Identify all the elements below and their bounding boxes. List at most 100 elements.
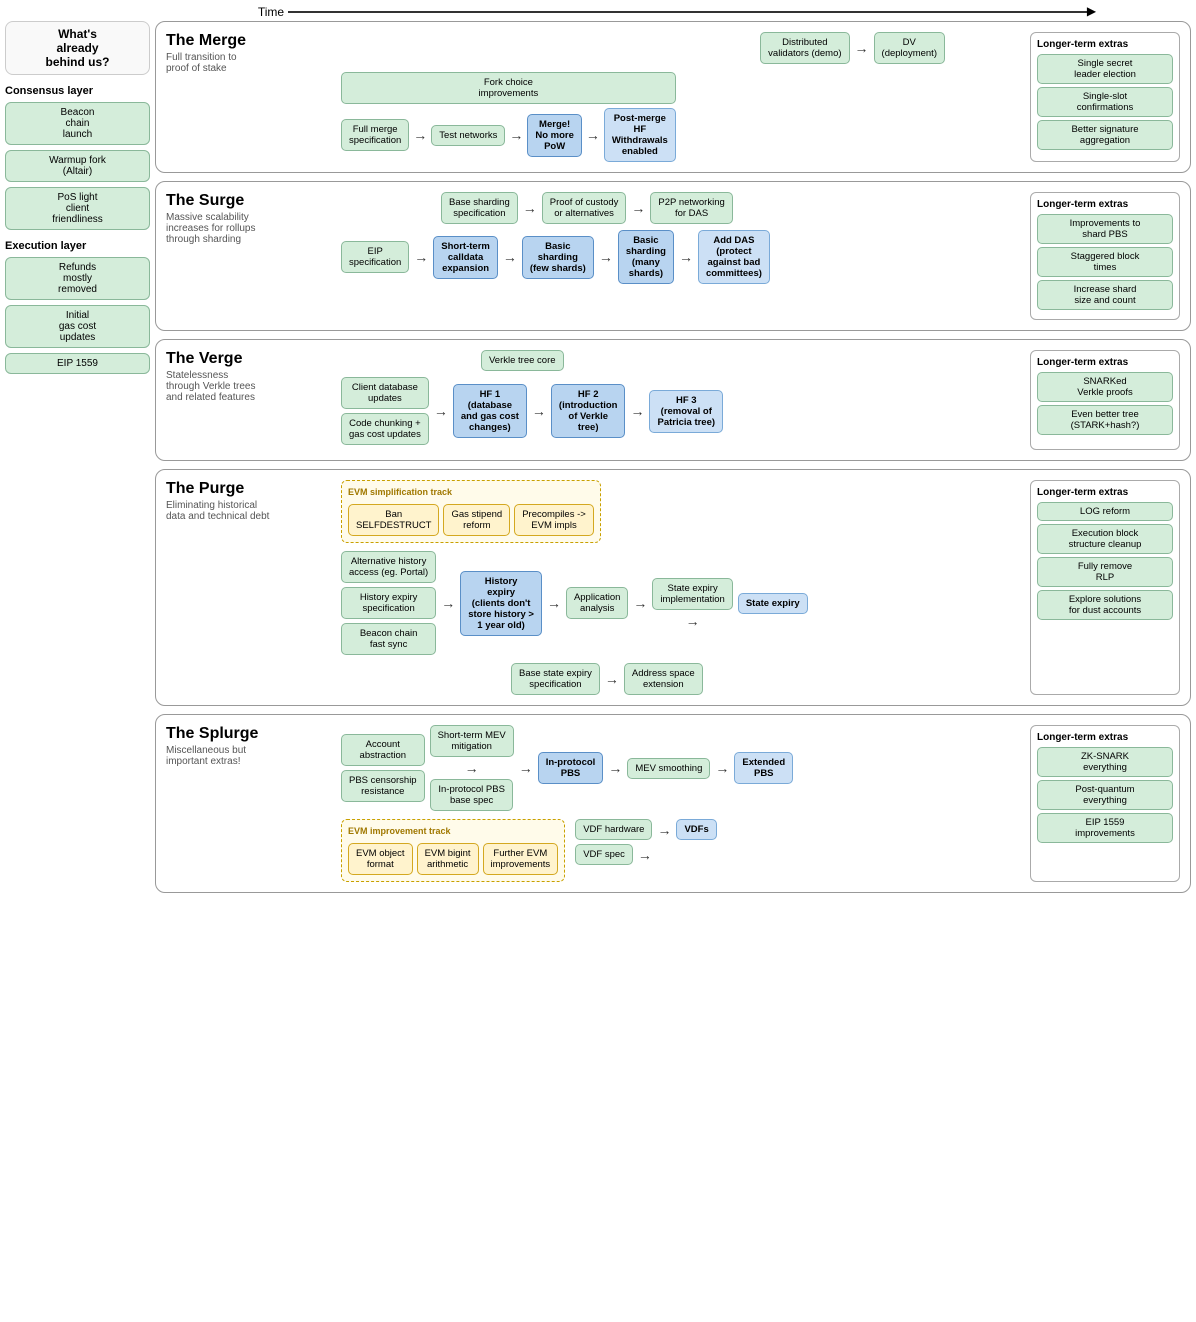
splurge-extra-0[interactable]: ZK-SNARK everything: [1037, 747, 1173, 777]
merge-title: The Merge: [166, 32, 336, 50]
extended-pbs-node[interactable]: Extended PBS: [734, 752, 793, 784]
hf1-node[interactable]: HF 1 (database and gas cost changes): [453, 384, 527, 438]
fork-choice-node[interactable]: Fork choice improvements: [341, 72, 676, 104]
vdfs-node[interactable]: VDFs: [676, 819, 716, 840]
test-net-node[interactable]: Test networks: [431, 125, 505, 146]
eip-spec-node[interactable]: EIP specification: [341, 241, 409, 273]
gas-stipend-node[interactable]: Gas stipend reform: [443, 504, 510, 536]
short-term-mev-node[interactable]: Short-term MEV mitigation: [430, 725, 514, 757]
sidebar-item-beacon[interactable]: Beacon chain launch: [5, 102, 150, 145]
verge-extra-0[interactable]: SNARKed Verkle proofs: [1037, 372, 1173, 402]
evm-improvement-label: EVM improvement track: [348, 826, 558, 836]
surge-section: The Surge Massive scalability increases …: [155, 181, 1191, 331]
purge-extra-0[interactable]: LOG reform: [1037, 502, 1173, 521]
verge-extra-1[interactable]: Even better tree (STARK+hash?): [1037, 405, 1173, 435]
basic-many-node[interactable]: Basic sharding (many shards): [618, 230, 674, 284]
arrow-s2: →: [631, 201, 645, 215]
execution-label: Execution layer: [5, 240, 150, 252]
surge-inner: The Surge Massive scalability increases …: [166, 192, 1180, 320]
basic-few-node[interactable]: Basic sharding (few shards): [522, 236, 594, 279]
surge-extra-1[interactable]: Staggered block times: [1037, 247, 1173, 277]
arrow-sp5: →: [657, 823, 671, 837]
client-db-node[interactable]: Client database updates: [341, 377, 429, 409]
state-expiry-node[interactable]: State expiry: [738, 593, 808, 614]
sidebar-item-pos[interactable]: PoS light client friendliness: [5, 187, 150, 230]
time-label: Time: [258, 5, 284, 19]
vdf-col: VDF hardware → VDFs VDF spec →: [575, 819, 717, 865]
proof-custody-node[interactable]: Proof of custody or alternatives: [542, 192, 627, 224]
sidebar-item-warmup[interactable]: Warmup fork (Altair): [5, 150, 150, 182]
hf3-node[interactable]: HF 3 (removal of Patricia tree): [649, 390, 723, 433]
account-abstraction-node[interactable]: Account abstraction: [341, 734, 425, 766]
arrow-s5: →: [599, 250, 613, 264]
purge-extra-1[interactable]: Execution block structure cleanup: [1037, 524, 1173, 554]
history-expiry-spec-node[interactable]: History expiry specification: [341, 587, 436, 619]
precompiles-node[interactable]: Precompiles -> EVM impls: [514, 504, 594, 536]
vdf-spec-node[interactable]: VDF spec: [575, 844, 633, 865]
consensus-label: Consensus layer: [5, 85, 150, 97]
verge-flow: Verkle tree core Client database updates…: [341, 350, 1025, 445]
base-state-expiry-node[interactable]: Base state expiry specification: [511, 663, 600, 695]
evm-object-node[interactable]: EVM object format: [348, 843, 413, 875]
code-chunk-node[interactable]: Code chunking + gas cost updates: [341, 413, 429, 445]
verge-top: Verkle tree core: [341, 350, 1025, 371]
merge-main: Distributed validators (demo) → DV (depl…: [341, 32, 1025, 162]
in-protocol-pbs-node[interactable]: In-protocol PBS: [538, 752, 604, 784]
add-das-node[interactable]: Add DAS (protect against bad committees): [698, 230, 770, 284]
surge-extra-0[interactable]: Improvements to shard PBS: [1037, 214, 1173, 244]
post-merge-node[interactable]: Post-merge HF Withdrawals enabled: [604, 108, 676, 162]
merge-node[interactable]: Merge! No more PoW: [527, 114, 582, 157]
hf2-node[interactable]: HF 2 (introduction of Verkle tree): [551, 384, 626, 438]
merge-extra-2[interactable]: Better signature aggregation: [1037, 120, 1173, 150]
arrow2: →: [413, 128, 427, 142]
purge-extra-2[interactable]: Fully remove RLP: [1037, 557, 1173, 587]
addr-space-node[interactable]: Address space extension: [624, 663, 703, 695]
verkle-core-node[interactable]: Verkle tree core: [481, 350, 564, 371]
purge-right-col: State expiry implementation →: [652, 578, 732, 628]
merge-extra-1[interactable]: Single-slot confirmations: [1037, 87, 1173, 117]
alt-history-node[interactable]: Alternative history access (eg. Portal): [341, 551, 436, 583]
sidebar-item-refunds[interactable]: Refunds mostly removed: [5, 257, 150, 300]
diagrams: The Merge Full transition to proof of st…: [155, 21, 1191, 893]
p2p-node[interactable]: P2P networking for DAS: [650, 192, 732, 224]
full-merge-node[interactable]: Full merge specification: [341, 119, 409, 151]
sidebar-item-gas[interactable]: Initial gas cost updates: [5, 305, 150, 348]
evm-bigint-node[interactable]: EVM bigint arithmetic: [417, 843, 479, 875]
evm-track-label: EVM simplification track: [348, 487, 594, 497]
further-evm-node[interactable]: Further EVM improvements: [483, 843, 559, 875]
arrow-sp6: →: [638, 848, 652, 862]
arrow-p4: →: [686, 614, 700, 628]
surge-extra-2[interactable]: Increase shard size and count: [1037, 280, 1173, 310]
sidebar: What's already behind us? Consensus laye…: [5, 21, 150, 893]
beacon-fast-sync-node[interactable]: Beacon chain fast sync: [341, 623, 436, 655]
vdf-top-row: VDF hardware → VDFs: [575, 819, 717, 840]
merge-extra-0[interactable]: Single secret leader election: [1037, 54, 1173, 84]
sidebar-item-eip1559[interactable]: EIP 1559: [5, 353, 150, 374]
history-expiry-main-node[interactable]: History expiry (clients don't store hist…: [460, 571, 542, 636]
state-expiry-impl-node[interactable]: State expiry implementation: [652, 578, 732, 610]
surge-title-area: The Surge Massive scalability increases …: [166, 192, 336, 320]
arrow-p5: →: [605, 672, 619, 686]
pbs-censorship-node[interactable]: PBS censorship resistance: [341, 770, 425, 802]
base-sharding-node[interactable]: Base sharding specification: [441, 192, 518, 224]
dv-deploy-node[interactable]: DV (deployment): [874, 32, 945, 64]
purge-main: EVM simplification track Ban SELFDESTRUC…: [341, 480, 1025, 695]
purge-history-row: Alternative history access (eg. Portal) …: [341, 551, 1025, 655]
evm-improvement-track: EVM improvement track EVM object format …: [341, 819, 565, 882]
splurge-extras: Longer-term extras ZK-SNARK everything P…: [1030, 725, 1180, 882]
mev-smoothing-node[interactable]: MEV smoothing: [627, 758, 710, 779]
evm-improve-items: EVM object format EVM bigint arithmetic …: [348, 843, 558, 875]
splurge-extra-1[interactable]: Post-quantum everything: [1037, 780, 1173, 810]
vdf-hardware-node[interactable]: VDF hardware: [575, 819, 652, 840]
short-term-node[interactable]: Short-term calldata expansion: [433, 236, 498, 279]
app-analysis-node[interactable]: Application analysis: [566, 587, 628, 619]
surge-main: Base sharding specification → Proof of c…: [341, 192, 1025, 320]
purge-extra-3[interactable]: Explore solutions for dust accounts: [1037, 590, 1173, 620]
arrow-p3: →: [633, 596, 647, 610]
ban-selfdestruct-node[interactable]: Ban SELFDESTRUCT: [348, 504, 439, 536]
merge-section: The Merge Full transition to proof of st…: [155, 21, 1191, 173]
surge-flow: Base sharding specification → Proof of c…: [341, 192, 1025, 284]
splurge-extra-2[interactable]: EIP 1559 improvements: [1037, 813, 1173, 843]
dist-validators-node[interactable]: Distributed validators (demo): [760, 32, 849, 64]
in-protocol-pbs-spec-node[interactable]: In-protocol PBS base spec: [430, 779, 513, 811]
